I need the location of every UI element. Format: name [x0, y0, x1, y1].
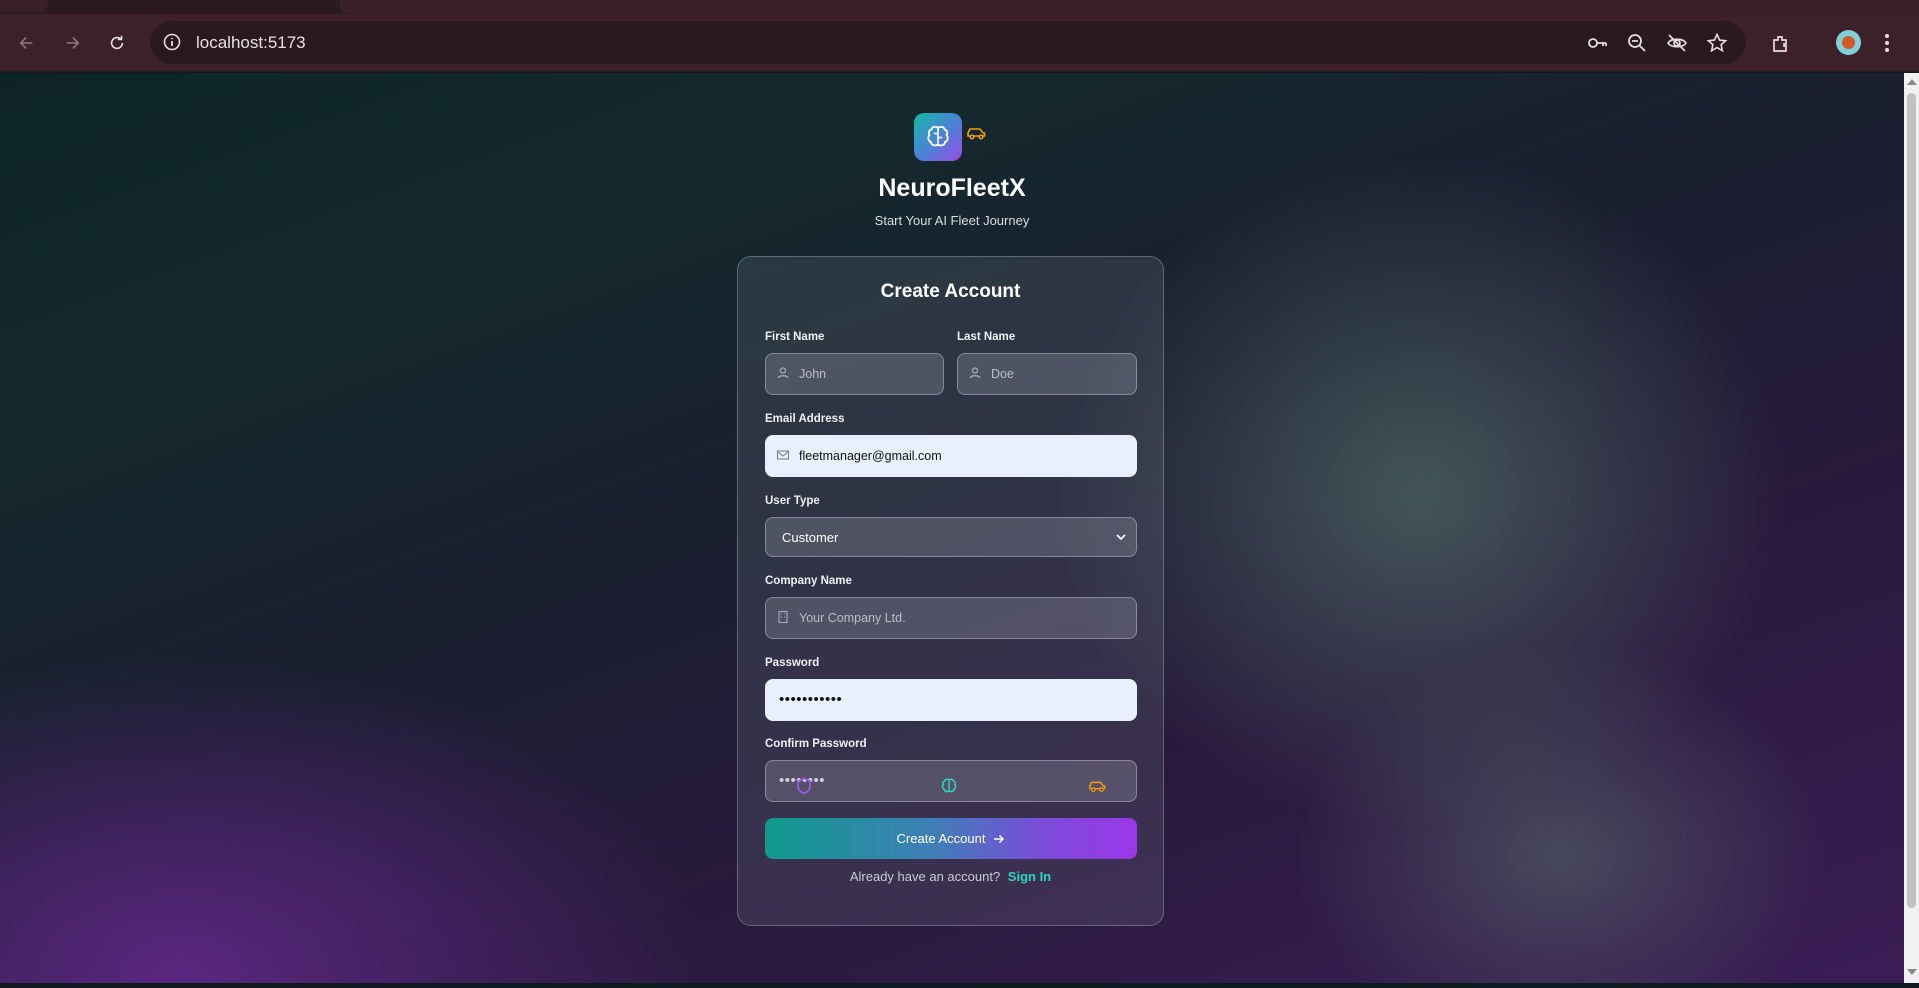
password-value: ••••••••••• [779, 691, 843, 708]
page-scrollbar[interactable] [1904, 73, 1919, 983]
company-label: Company Name [765, 575, 852, 587]
eye-off-icon[interactable] [1666, 32, 1688, 54]
building-icon [778, 610, 788, 624]
browser-toolbar: localhost:5173 [0, 14, 1919, 72]
form-title: Create Account [880, 281, 1021, 302]
extensions-icon[interactable] [1768, 31, 1794, 57]
first-name-field[interactable]: John [765, 353, 944, 395]
arrow-right-icon [994, 834, 1005, 843]
address-bar[interactable]: localhost:5173 [150, 21, 1746, 64]
scroll-thumb[interactable] [1907, 93, 1916, 908]
create-account-label: Create Account [896, 831, 986, 846]
tab-fragment[interactable] [0, 0, 48, 12]
car-icon [1089, 781, 1106, 792]
reload-button[interactable] [102, 28, 132, 58]
user-icon [777, 367, 789, 379]
reload-icon [110, 35, 124, 50]
car-icon [967, 128, 986, 140]
last-name-field[interactable]: Doe [957, 353, 1137, 395]
password-field[interactable]: ••••••••••• [765, 679, 1137, 721]
zoom-icon[interactable] [1626, 32, 1648, 54]
create-account-button[interactable]: Create Account [765, 818, 1137, 859]
brand-title: NeuroFleetX [878, 174, 1026, 202]
first-name-placeholder: John [799, 367, 827, 381]
user-type-value: Customer [782, 530, 839, 545]
back-button[interactable] [12, 28, 42, 58]
brand-tagline: Start Your AI Fleet Journey [874, 213, 1030, 228]
email-field[interactable]: fleetmanager@gmail.com [765, 435, 1137, 477]
email-label: Email Address [765, 413, 845, 425]
url-text[interactable]: localhost:5173 [196, 33, 306, 53]
scroll-down-arrow[interactable] [1907, 969, 1917, 975]
bookmark-star-icon[interactable] [1706, 32, 1728, 54]
chevron-down-icon [1116, 534, 1126, 541]
app-logo [914, 113, 962, 161]
forward-button[interactable] [57, 28, 87, 58]
user-type-select[interactable]: Customer [765, 517, 1137, 557]
brain-icon [927, 125, 949, 147]
brain-icon [941, 778, 957, 793]
signin-row: Already have an account? Sign In [738, 869, 1163, 884]
forward-arrow-icon [66, 37, 80, 49]
company-placeholder: Your Company Ltd. [799, 611, 906, 625]
mail-icon [776, 450, 790, 460]
browser-menu-icon[interactable] [1884, 32, 1890, 54]
signin-prompt: Already have an account? [849, 869, 1001, 884]
user-icon [969, 367, 981, 379]
active-tab[interactable] [340, 0, 1919, 14]
company-field[interactable]: Your Company Ltd. [765, 597, 1137, 639]
last-name-placeholder: Doe [991, 367, 1014, 381]
scroll-up-arrow[interactable] [1907, 79, 1917, 85]
shield-icon [797, 777, 811, 795]
profile-avatar[interactable] [1836, 30, 1861, 55]
email-value: fleetmanager@gmail.com [799, 449, 942, 463]
password-key-icon[interactable] [1586, 32, 1608, 54]
back-arrow-icon [19, 37, 33, 49]
user-type-label: User Type [765, 495, 820, 507]
first-name-label: First Name [765, 331, 825, 343]
site-info-icon[interactable] [162, 32, 182, 52]
signin-link[interactable]: Sign In [1008, 869, 1051, 884]
tab-strip [0, 0, 1919, 14]
signup-page: NeuroFleetX Start Your AI Fleet Journey … [0, 73, 1904, 983]
signup-card: Create Account First Name John Last Name… [737, 256, 1164, 926]
password-label: Password [765, 657, 820, 669]
confirm-password-label: Confirm Password [765, 738, 867, 750]
last-name-label: Last Name [957, 331, 1016, 343]
